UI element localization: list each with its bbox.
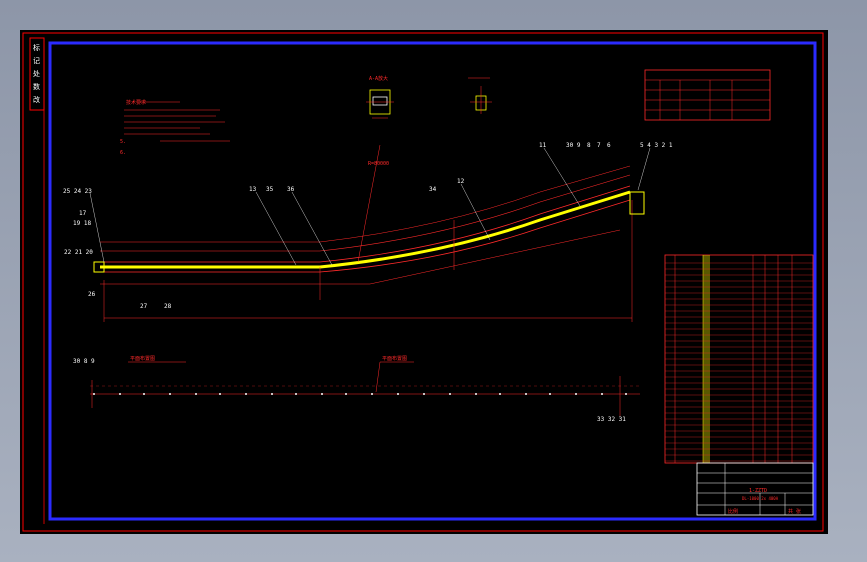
callouts: 25 24 23 17 19 18 22 21 20 26 27 28 13 3… — [63, 142, 673, 423]
callout-19-18: 19 18 — [73, 220, 91, 227]
callout-6: 6 — [607, 142, 611, 149]
callout-33-32-31: 33 32 31 — [597, 416, 626, 423]
side-label-3: 处 — [33, 69, 40, 78]
side-label-2: 记 — [33, 57, 40, 65]
detail-view-left: A-A放大 — [366, 75, 394, 119]
callout-8: 8 — [587, 142, 591, 149]
callout-34: 34 — [429, 186, 437, 193]
sheet-count: 共 张 — [788, 508, 801, 515]
callout-30-9: 30 9 — [566, 142, 581, 149]
callout-22-21-20: 22 21 20 — [64, 249, 93, 256]
detail-view-right — [468, 77, 492, 114]
title-block: 1-ZZTD DL-1000 2x 400A 比例 共 张 — [696, 462, 814, 516]
conveyor-elevation: R=80000 — [93, 144, 645, 322]
scale-label: 比例 — [728, 508, 738, 515]
drawing-number: 1-ZZTD — [749, 488, 767, 494]
note-5: 5. — [120, 139, 126, 145]
callout-25-24-23: 25 24 23 — [63, 188, 92, 195]
callout-35: 35 — [266, 186, 274, 193]
side-label-1: 标 — [33, 43, 40, 52]
parts-list — [664, 254, 814, 464]
plan-layout: 平面布置图 平面布置图 — [90, 355, 640, 416]
side-label-5: 改 — [33, 95, 40, 104]
svg-text:A-A放大: A-A放大 — [369, 75, 388, 82]
callout-30-8-9: 30 8 9 — [73, 358, 95, 365]
plan-label-left: 平面布置图 — [130, 355, 155, 362]
callout-12: 12 — [457, 178, 465, 185]
plan-label-right: 平面布置图 — [382, 355, 407, 362]
callout-11: 11 — [539, 142, 547, 149]
cad-viewport[interactable]: 标 记 处 数 改 技术要求 5. 6. A-A放大 R=80000 25 24… — [0, 0, 867, 562]
callout-7: 7 — [597, 142, 601, 149]
radius-label: R=80000 — [368, 161, 389, 167]
callout-26: 26 — [88, 291, 96, 298]
technical-notes: 技术要求 5. 6. — [120, 99, 230, 156]
side-label-4: 数 — [33, 82, 40, 91]
callout-36: 36 — [287, 186, 295, 193]
callout-17: 17 — [79, 210, 87, 217]
note-6: 6. — [120, 150, 126, 156]
callout-5-4-3-2-1: 5 4 3 2 1 — [640, 142, 673, 149]
title-subtitle: DL-1000 2x 400A — [742, 496, 779, 501]
parameter-table — [644, 69, 771, 121]
callout-28: 28 — [164, 303, 172, 310]
callout-27: 27 — [140, 303, 148, 310]
cad-drawing: 标 记 处 数 改 技术要求 5. 6. A-A放大 R=80000 25 24… — [22, 32, 824, 532]
notes-title: 技术要求 — [126, 99, 146, 106]
callout-13: 13 — [249, 186, 257, 193]
drawing-sheet: 标 记 处 数 改 技术要求 5. 6. A-A放大 R=80000 25 24… — [20, 30, 828, 534]
